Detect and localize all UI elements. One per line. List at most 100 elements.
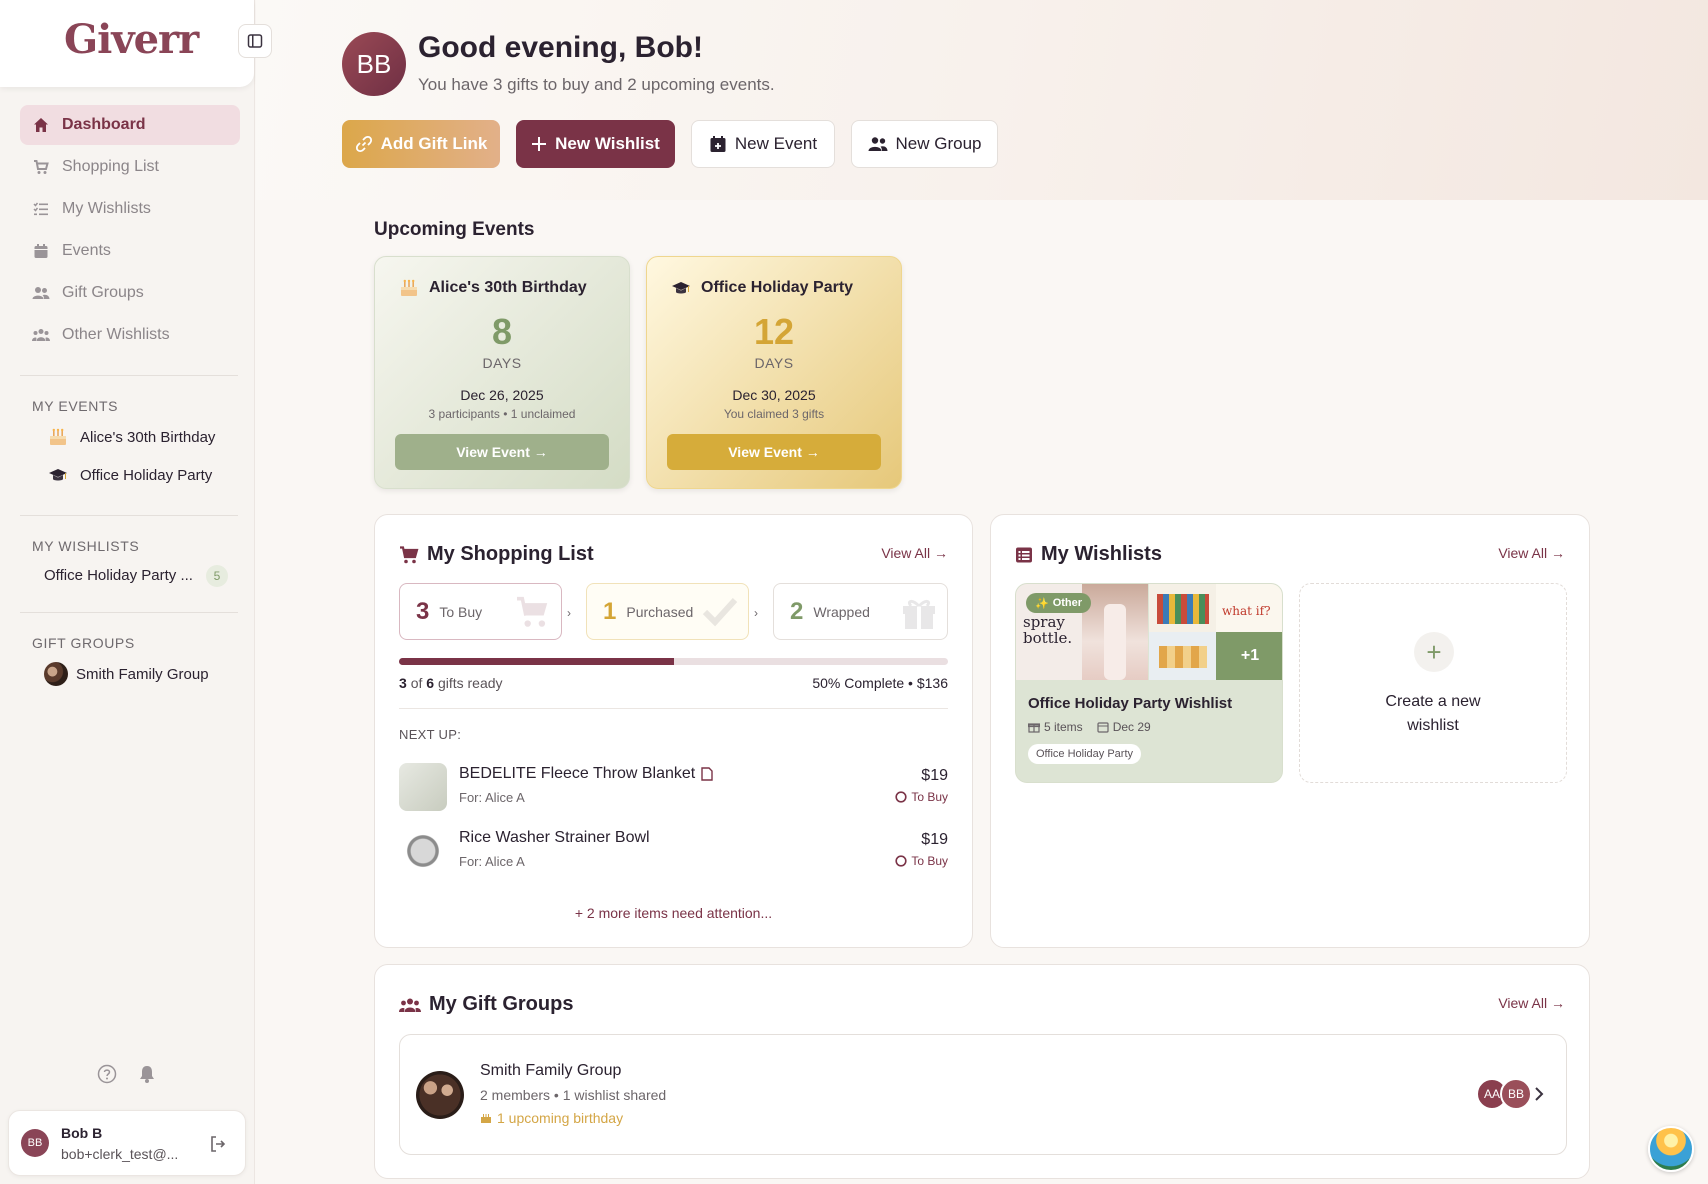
event-card-office-party[interactable]: Office Holiday Party 12 DAYS Dec 30, 202… — [646, 256, 902, 489]
sidebar-item-my-wishlists[interactable]: My Wishlists — [20, 189, 240, 229]
more-items-link[interactable]: + 2 more items need attention... — [375, 905, 972, 921]
circle-icon — [895, 855, 907, 867]
gift-groups-title-text: My Gift Groups — [429, 993, 574, 1015]
stat-count: 1 — [603, 597, 617, 625]
graduation-cap-icon — [671, 279, 691, 297]
item-status: To Buy — [895, 854, 948, 868]
user-card[interactable]: BB Bob B bob+clerk_test@... — [8, 1110, 246, 1176]
event-note: 3 participants • 1 unclaimed — [428, 407, 576, 421]
link-icon — [355, 135, 373, 153]
add-gift-link-button[interactable]: Add Gift Link — [342, 120, 500, 168]
item-name-text: BEDELITE Fleece Throw Blanket — [459, 765, 696, 782]
sidebar-collapse-button[interactable] — [238, 24, 272, 58]
greeting-title: Good evening, Bob! — [418, 31, 703, 64]
cart-icon — [399, 545, 419, 564]
wishlist-items-count: 5 items — [1044, 720, 1083, 734]
wishlist-count-badge: 5 — [206, 565, 228, 587]
my-wishlists-title: My Wishlists — [1015, 543, 1162, 566]
sidebar-item-gift-groups[interactable]: Gift Groups — [20, 273, 240, 313]
snack-box — [1159, 646, 1207, 668]
stat-count: 3 — [416, 597, 430, 625]
group-card[interactable]: Smith Family Group 2 members • 1 wishlis… — [399, 1034, 1567, 1155]
floating-widget-icon[interactable] — [1648, 1126, 1694, 1172]
sidebar-nav: Dashboard Shopping List My Wishlists Eve… — [20, 105, 240, 357]
chevron-right-icon[interactable] — [1532, 1085, 1546, 1103]
item-name: Rice Washer Strainer Bowl — [459, 829, 650, 847]
event-card-alices-birthday[interactable]: Alice's 30th Birthday 8 DAYS Dec 26, 202… — [374, 256, 630, 489]
create-wishlist-line2: wishlist — [1407, 717, 1459, 734]
sidebar-event-alices-birthday[interactable]: Alice's 30th Birthday — [48, 428, 215, 446]
bell-icon[interactable] — [137, 1064, 157, 1084]
gifts-ready-text: 3 of 6 gifts ready — [399, 675, 503, 691]
sidebar-item-shopping-list[interactable]: Shopping List — [20, 147, 240, 187]
sidebar-divider — [20, 375, 238, 376]
shopping-item[interactable]: Rice Washer Strainer Bowl For: Alice A $… — [399, 825, 948, 875]
wishlist-thumb-text: what if? — [1222, 604, 1271, 618]
sidebar-toggle-icon — [247, 33, 263, 49]
sidebar-item-dashboard[interactable]: Dashboard — [20, 105, 240, 145]
cake-icon — [399, 279, 419, 297]
sidebar-item-label: Shopping List — [62, 158, 159, 175]
new-wishlist-label: New Wishlist — [555, 134, 660, 153]
new-wishlist-button[interactable]: New Wishlist — [516, 120, 675, 168]
sidebar-item-label: Dashboard — [62, 116, 146, 133]
logout-icon[interactable] — [209, 1135, 227, 1153]
graduation-cap-icon — [48, 466, 68, 484]
gift-icon — [901, 596, 937, 630]
user-avatar: BB — [21, 1129, 49, 1157]
note-icon — [701, 767, 713, 781]
view-event-button[interactable]: View Event → — [667, 434, 881, 470]
wishlists-view-all-link[interactable]: View All → — [1498, 545, 1565, 561]
sidebar-group-smith-family[interactable]: Smith Family Group — [44, 662, 209, 686]
sidebar-item-label: My Wishlists — [62, 200, 151, 217]
cake-icon — [48, 428, 68, 446]
group-avatar — [416, 1071, 464, 1119]
help-icon[interactable] — [97, 1064, 117, 1084]
my-wishlists-panel: My Wishlists View All → spray bottle. wh… — [990, 514, 1590, 948]
list-icon — [1015, 546, 1033, 564]
item-thumbnail — [399, 827, 447, 875]
sidebar-item-events[interactable]: Events — [20, 231, 240, 271]
sidebar-wishlist-office-party[interactable]: Office Holiday Party ... — [44, 567, 193, 584]
my-wishlists-title-text: My Wishlists — [1041, 543, 1162, 565]
sidebar-item-label: Events — [62, 242, 111, 259]
shopping-view-all-link[interactable]: View All → — [881, 545, 948, 561]
wishlist-thumb: what if? — [1216, 584, 1282, 632]
ready-count: 3 — [399, 675, 407, 691]
wishlist-thumb — [1149, 632, 1216, 680]
view-event-button[interactable]: View Event → — [395, 434, 609, 470]
new-group-button[interactable]: New Group — [851, 120, 998, 168]
user-avatar-large: BB — [342, 32, 406, 96]
ready-text: gifts ready — [437, 675, 503, 691]
stat-wrapped[interactable]: 2 Wrapped — [773, 583, 948, 640]
shopping-item[interactable]: BEDELITE Fleece Throw Blanket For: Alice… — [399, 761, 948, 811]
sidebar-item-other-wishlists[interactable]: Other Wishlists — [20, 315, 240, 355]
wishlist-title: Office Holiday Party Wishlist — [1028, 695, 1233, 712]
stat-to-buy[interactable]: 3 To Buy — [399, 583, 562, 640]
groups-view-all-link[interactable]: View All → — [1498, 995, 1565, 1011]
new-event-button[interactable]: New Event — [691, 120, 835, 168]
wishlist-date-meta: Dec 29 — [1097, 720, 1151, 734]
calendar-plus-icon — [709, 135, 727, 153]
add-gift-link-label: Add Gift Link — [380, 134, 488, 153]
wishlist-items-meta: 5 items — [1028, 720, 1083, 734]
user-name: Bob B — [61, 1125, 103, 1141]
wishlist-card[interactable]: spray bottle. what if? +1 ✨ Other Office … — [1015, 583, 1283, 783]
category-badge-text: Other — [1052, 597, 1083, 609]
item-name-text: Rice Washer Strainer Bowl — [459, 829, 650, 846]
wishlist-event-tag[interactable]: Office Holiday Party — [1028, 744, 1142, 764]
event-days-label: DAYS — [754, 355, 794, 371]
item-status-text: To Buy — [911, 790, 948, 804]
item-price: $19 — [921, 767, 948, 784]
home-icon — [32, 117, 50, 133]
create-wishlist-card[interactable]: + Create a new wishlist — [1299, 583, 1567, 783]
sidebar-event-office-party[interactable]: Office Holiday Party — [48, 466, 212, 484]
shopping-progress-fill — [399, 658, 674, 665]
category-badge: ✨ Other — [1026, 593, 1092, 613]
event-card-title: Office Holiday Party — [671, 279, 853, 297]
sidebar-item-label: Other Wishlists — [62, 326, 170, 343]
shopping-list-title-text: My Shopping List — [427, 543, 594, 565]
app-logo[interactable]: Giverr — [64, 16, 199, 63]
wishlist-date: Dec 29 — [1112, 720, 1151, 734]
stat-purchased[interactable]: 1 Purchased — [586, 583, 749, 640]
